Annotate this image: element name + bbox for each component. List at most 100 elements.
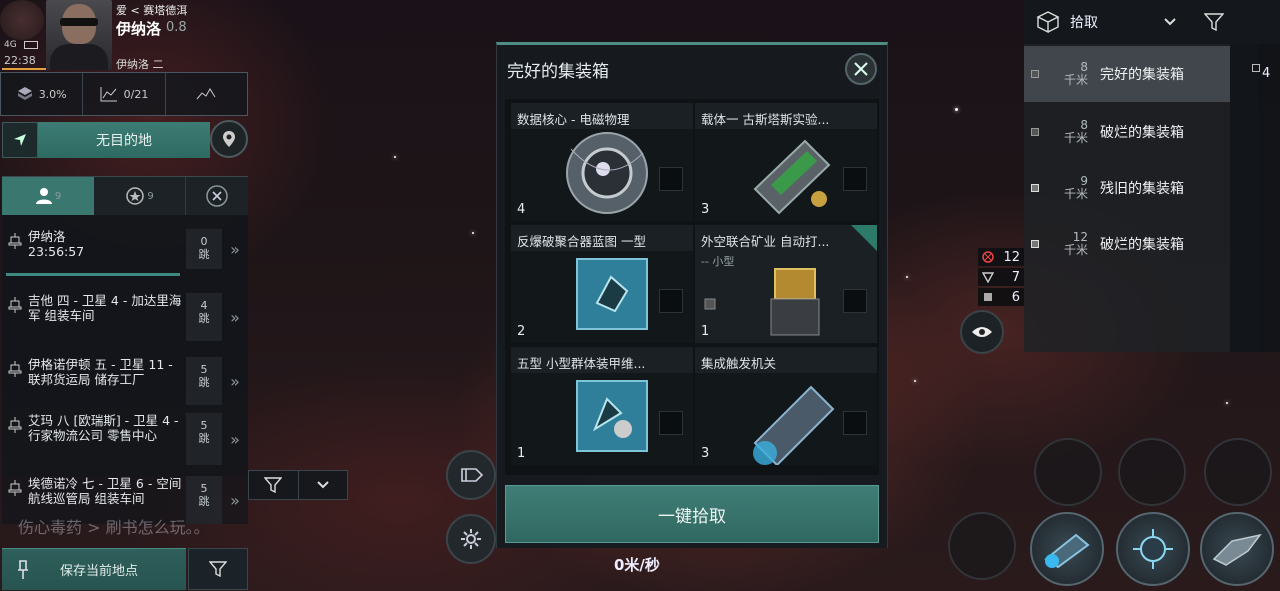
chevron-right-icon: » [230,371,240,391]
avatar[interactable] [46,0,112,70]
chat-expand-button[interactable] [299,471,348,499]
item-card[interactable]: 数据核心 - 电磁物理 4 [511,103,693,221]
module-slot[interactable] [1118,438,1186,506]
destination-button[interactable]: 无目的地 [38,122,210,158]
overview-sidebar: 4 [1230,44,1280,352]
close-icon [854,62,868,76]
item-checkbox[interactable] [843,167,867,191]
location-filter-button[interactable] [188,548,248,590]
overview-distance: 8 千米 [1063,60,1088,87]
stats-bar: 3.0% 0/21 [0,72,248,116]
item-card[interactable]: 集成触发机关 3 [695,347,877,467]
chat-filter-button[interactable] [249,471,299,499]
item-card[interactable]: 外空联合矿业 自动打... -- 小型 1 [695,225,877,343]
item-name: 反爆破聚合器蓝图 一型 [517,234,646,249]
item-card[interactable]: 载体一 古斯塔斯实验... 3 [695,103,877,221]
container-icon [1252,64,1260,72]
route-item-jumps: 5 跳 [186,413,222,465]
chart-icon [100,87,117,102]
status-bar: 4G 22:38 [2,40,46,70]
chat-toolbar [248,470,348,500]
overview-row[interactable]: 9 千米 残旧的集装箱 [1024,160,1230,216]
route-item[interactable]: 艾玛 八 [欧瑞斯] - 卫星 4 - 行家物流公司 零售中心 5 跳 » [2,413,248,465]
close-icon [206,185,228,207]
cargo-icon [17,87,32,100]
overview-list: 8 千米 完好的集装箱 8 千米 破烂的集装箱 9 千米 残旧的集装箱 12 千米 破烂… [1024,44,1258,352]
market-stat[interactable] [166,73,247,115]
corp-star-icon [126,187,145,205]
close-container-button[interactable] [845,53,877,85]
module-slot[interactable] [1204,438,1272,506]
container-icon [1031,240,1039,248]
module-slot[interactable] [1034,438,1102,506]
save-location-button[interactable]: 保存当前地点 [2,548,186,590]
cargo-stat[interactable]: 3.0% [1,73,84,115]
eye-icon [972,327,992,337]
item-checkbox[interactable] [843,411,867,435]
afterburner-module[interactable] [1030,512,1104,586]
square-icon [984,293,992,301]
overview-mode-label[interactable]: 拾取 [1070,12,1098,32]
drone-icon [982,272,994,283]
route-item[interactable]: 伊格诺伊顿 五 - 卫星 11 - 联邦货运局 储存工厂 5 跳 » [2,357,248,405]
chat-message[interactable]: 伤心毒药 > 刷书怎么玩。。 [18,514,210,538]
route-item-text: 伊格诺伊顿 五 - 卫星 11 - 联邦货运局 储存工厂 [28,357,173,387]
item-checkbox[interactable] [659,167,683,191]
corp-emblem-icon [0,0,44,40]
tab-corporation[interactable]: 9 [94,177,186,215]
other-counter: 6 [978,288,1024,306]
chart-stat[interactable]: 0/21 [83,73,166,115]
item-card[interactable]: 五型 小型群体装甲维... 1 [511,347,693,465]
filter-icon [264,477,283,493]
current-location[interactable]: 爱 < 赛塔德洱 [116,2,187,18]
station-icon [8,233,22,249]
overview-row[interactable]: 8 千米 完好的集装箱 [1024,46,1230,102]
item-checkbox[interactable] [659,289,683,313]
cargo-box-icon [1036,11,1060,34]
item-grid: 数据核心 - 电磁物理 4 载体一 古斯塔斯实验... 3 反爆破聚合器蓝图 一… [505,99,879,475]
station-icon [8,417,22,433]
chevron-down-icon[interactable] [1164,18,1176,26]
module-slot[interactable] [948,512,1016,580]
route-item-jumps: 5 跳 [186,357,222,405]
item-checkbox[interactable] [659,411,683,435]
filter-icon[interactable] [1204,13,1224,31]
chevron-right-icon: » [230,429,240,449]
tab-corp-count: 9 [147,190,154,202]
overview-name: 破烂的集装箱 [1100,237,1184,253]
close-route-button[interactable] [186,177,248,215]
filter-icon [209,561,227,577]
route-tabs: 9 9 [2,177,248,215]
loot-all-button[interactable]: 一键拾取 [505,485,879,543]
container-icon [1031,70,1039,78]
clock: 22:38 [4,54,36,67]
route-item[interactable]: 伊纳洛 23:56:57 0 跳 » [2,229,248,269]
container-icon [1031,184,1039,192]
ship-module[interactable] [1200,512,1274,586]
settings-button[interactable] [446,514,496,564]
chart-value: 0/21 [123,87,149,101]
route-item[interactable]: 吉他 四 - 卫星 4 - 加达里海军 组装车间 4 跳 » [2,293,248,341]
overview-name: 完好的集装箱 [1100,67,1184,83]
drone-counter: 7 [978,268,1024,286]
autopilot-button[interactable] [2,122,38,158]
route-item-jumps: 4 跳 [186,293,222,341]
location-pin-button[interactable] [210,120,248,158]
character-panel: 4G 22:38 爱 < 赛塔德洱 伊纳洛 0.8 伊纳洛 二 [0,0,248,72]
visibility-button[interactable] [960,310,1004,354]
hostile-counter: 12 [978,248,1024,266]
tab-personal[interactable]: 9 [2,177,94,215]
shield-module[interactable] [1116,512,1190,586]
overview-row[interactable]: 8 千米 破烂的集装箱 [1024,104,1230,160]
item-name: 外空联合矿业 自动打... [701,234,830,249]
system-name: 伊纳洛 二 [116,58,164,71]
speed-readout: 0米/秒 [614,556,660,574]
item-checkbox[interactable] [843,289,867,313]
overview-distance: 12 千米 [1063,230,1088,257]
item-card[interactable]: 反爆破聚合器蓝图 一型 2 [511,225,693,343]
overview-row[interactable]: 12 千米 破烂的集装箱 [1024,216,1230,272]
route-item-text: 艾玛 八 [欧瑞斯] - 卫星 4 - 行家物流公司 零售中心 [28,413,179,443]
navigation-arrow-icon [14,134,26,146]
item-quantity: 3 [701,446,710,461]
warp-button[interactable] [446,450,496,500]
